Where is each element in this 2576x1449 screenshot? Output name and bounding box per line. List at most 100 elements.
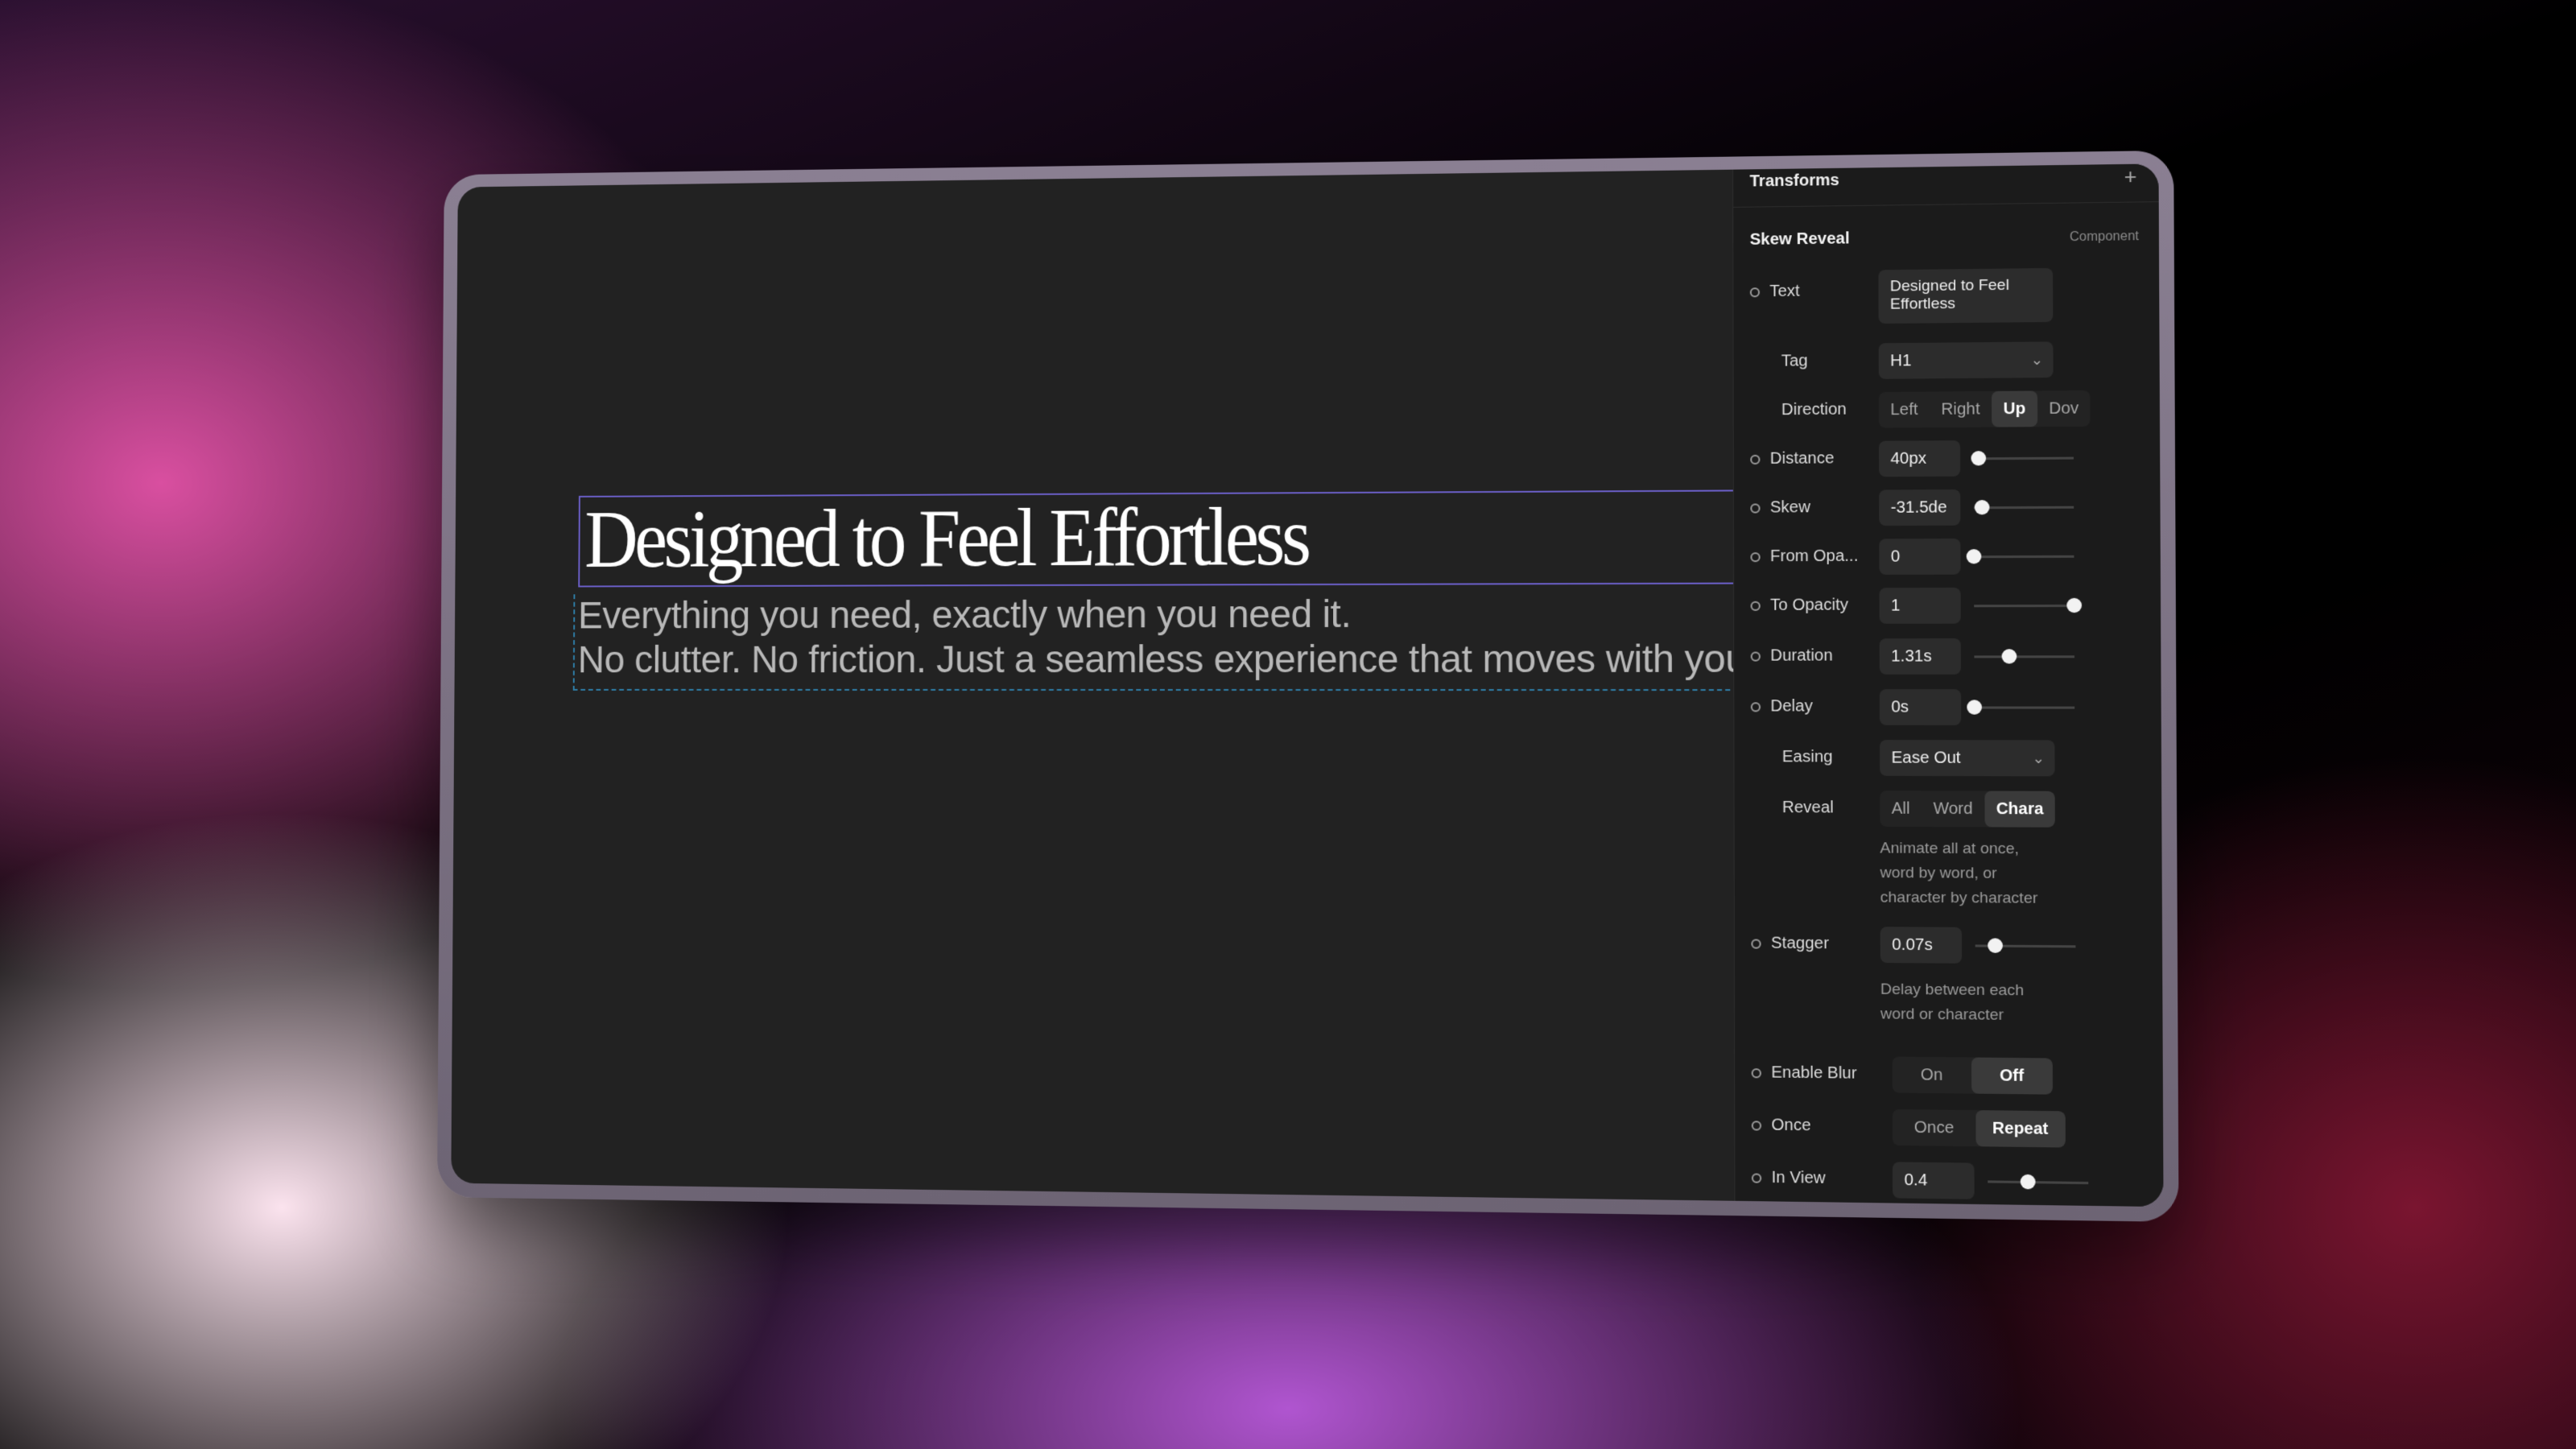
once-option-once[interactable]: Once	[1893, 1109, 1976, 1146]
slider-thumb[interactable]	[2066, 597, 2083, 613]
body-text-line: No clutter. No friction. Just a seamless…	[577, 638, 1748, 682]
skew-input[interactable]: -31.5de	[1879, 489, 1961, 526]
link-dot-icon[interactable]	[1750, 702, 1761, 712]
text-input[interactable]: Designed to Feel Effortless	[1878, 267, 2054, 324]
to-opacity-row: To Opacity 1	[1734, 584, 2161, 630]
link-dot-icon[interactable]	[1750, 651, 1761, 662]
skew-label: Skew	[1769, 498, 1810, 517]
text-label: Text	[1769, 282, 1800, 301]
help-line: word or character	[1880, 1005, 2004, 1024]
help-line: word by word, or	[1880, 864, 1997, 882]
slider-thumb[interactable]	[1974, 500, 1990, 515]
link-dot-icon[interactable]	[1750, 454, 1761, 465]
direction-segmented-control: Left Right Up Dov	[1878, 390, 2091, 428]
to-opacity-input[interactable]: 1	[1879, 587, 1961, 624]
stagger-slider[interactable]	[1975, 938, 2076, 953]
enable-blur-row: Enable Blur On Off	[1735, 1052, 2163, 1103]
skew-slider[interactable]	[1973, 500, 2074, 515]
panel-title: Transforms	[1749, 171, 1839, 191]
enable-blur-label: Enable Blur	[1771, 1063, 1857, 1083]
headline-text[interactable]: Designed to Feel Effortless	[584, 490, 1308, 584]
reveal-option-all[interactable]: All	[1880, 791, 1922, 827]
link-dot-icon[interactable]	[1750, 552, 1761, 563]
divider	[1733, 201, 2159, 208]
tag-select[interactable]: H1 ⌄	[1878, 341, 2054, 379]
once-option-repeat[interactable]: Repeat	[1975, 1110, 2066, 1148]
duration-slider[interactable]	[1974, 649, 2074, 664]
from-opacity-row: From Opa... 0	[1734, 535, 2161, 582]
chevron-down-icon: ⌄	[2032, 749, 2046, 767]
help-line: character by character	[1880, 889, 2038, 907]
reveal-help-text: Animate all at once, word by word, or ch…	[1880, 836, 2037, 911]
once-toggle: Once Repeat	[1892, 1108, 2066, 1148]
text-row: Text Designed to Feel Effortless	[1733, 267, 2159, 328]
link-dot-icon[interactable]	[1750, 601, 1761, 611]
reveal-option-word[interactable]: Word	[1922, 791, 1984, 827]
slider-thumb[interactable]	[2020, 1174, 2036, 1190]
direction-option-down[interactable]: Dov	[2037, 390, 2091, 427]
body-text-line: Everything you need, exactly when you ne…	[577, 592, 1352, 638]
reveal-option-character[interactable]: Chara	[1984, 791, 2056, 828]
headline-selection[interactable]: Designed to Feel Effortless	[578, 489, 1760, 588]
direction-option-left[interactable]: Left	[1879, 392, 1930, 428]
delay-row: Delay 0s	[1734, 686, 2161, 732]
link-dot-icon[interactable]	[1751, 1121, 1762, 1131]
link-dot-icon[interactable]	[1751, 1068, 1761, 1079]
link-dot-icon[interactable]	[1751, 1173, 1762, 1183]
slider-thumb[interactable]	[2001, 649, 2017, 664]
link-dot-icon[interactable]	[1751, 939, 1761, 949]
reveal-segmented-control: All Word Chara	[1880, 791, 2056, 828]
chevron-down-icon: ⌄	[2030, 351, 2044, 369]
design-canvas[interactable]: Designed to Feel Effortless Everything y…	[451, 170, 1764, 1201]
easing-label: Easing	[1781, 748, 1833, 766]
distance-row: Distance 40px	[1734, 436, 2161, 484]
enable-blur-toggle: On Off	[1892, 1056, 2053, 1095]
distance-label: Distance	[1769, 449, 1835, 468]
reveal-row: Reveal All Word Chara	[1735, 787, 2162, 835]
blur-option-on[interactable]: On	[1893, 1057, 1971, 1094]
direction-option-up[interactable]: Up	[1992, 390, 2037, 427]
slider-thumb[interactable]	[1971, 451, 1987, 466]
delay-slider[interactable]	[1967, 700, 2075, 715]
device-frame: Designed to Feel Effortless Everything y…	[436, 150, 2179, 1222]
tag-label: Tag	[1781, 352, 1808, 370]
reveal-label: Reveal	[1781, 798, 1834, 817]
direction-row: Direction Left Right Up Dov	[1734, 386, 2160, 436]
from-opacity-input[interactable]: 0	[1879, 538, 1961, 575]
distance-input[interactable]: 40px	[1879, 440, 1961, 477]
to-opacity-slider[interactable]	[1974, 597, 2083, 613]
easing-value: Ease Out	[1891, 749, 1961, 767]
slider-thumb[interactable]	[1967, 700, 1982, 715]
inspector-panel: Transforms + Skew Reveal Component Text …	[1732, 163, 2164, 1208]
distance-slider[interactable]	[1971, 451, 2074, 466]
direction-option-right[interactable]: Right	[1930, 391, 1992, 427]
slider-thumb[interactable]	[1988, 938, 2003, 953]
background: Designed to Feel Effortless Everything y…	[0, 0, 2576, 1449]
direction-label: Direction	[1781, 400, 1847, 419]
tag-row: Tag H1 ⌄	[1734, 337, 2160, 386]
section-type-label: Component	[2069, 229, 2139, 245]
blur-option-off[interactable]: Off	[1971, 1057, 2053, 1095]
link-dot-icon[interactable]	[1750, 503, 1761, 514]
help-line: Delay between each	[1880, 980, 2025, 1000]
easing-row: Easing Ease Out ⌄	[1734, 737, 2161, 783]
easing-select[interactable]: Ease Out ⌄	[1880, 740, 2055, 777]
in-view-slider[interactable]	[1988, 1174, 2089, 1190]
once-row: Once Once Repeat	[1735, 1104, 2163, 1156]
stagger-label: Stagger	[1770, 934, 1829, 953]
duration-input[interactable]: 1.31s	[1879, 638, 1961, 675]
stagger-input[interactable]: 0.07s	[1880, 927, 1963, 964]
from-opacity-label: From Opa...	[1769, 547, 1859, 566]
duration-label: Duration	[1770, 646, 1833, 665]
in-view-input[interactable]: 0.4	[1892, 1162, 1975, 1199]
body-text-block[interactable]: Everything you need, exactly when you ne…	[572, 591, 1764, 691]
help-line: Animate all at once,	[1880, 840, 2020, 858]
delay-input[interactable]: 0s	[1879, 689, 1962, 725]
plus-icon[interactable]: +	[2124, 164, 2137, 190]
from-opacity-slider[interactable]	[1966, 549, 2074, 564]
in-view-row: In View 0.4	[1735, 1157, 2163, 1207]
slider-thumb[interactable]	[1966, 549, 1982, 564]
duration-row: Duration 1.31s	[1734, 635, 2161, 681]
link-dot-icon[interactable]	[1749, 287, 1761, 298]
delay-label: Delay	[1770, 697, 1813, 716]
